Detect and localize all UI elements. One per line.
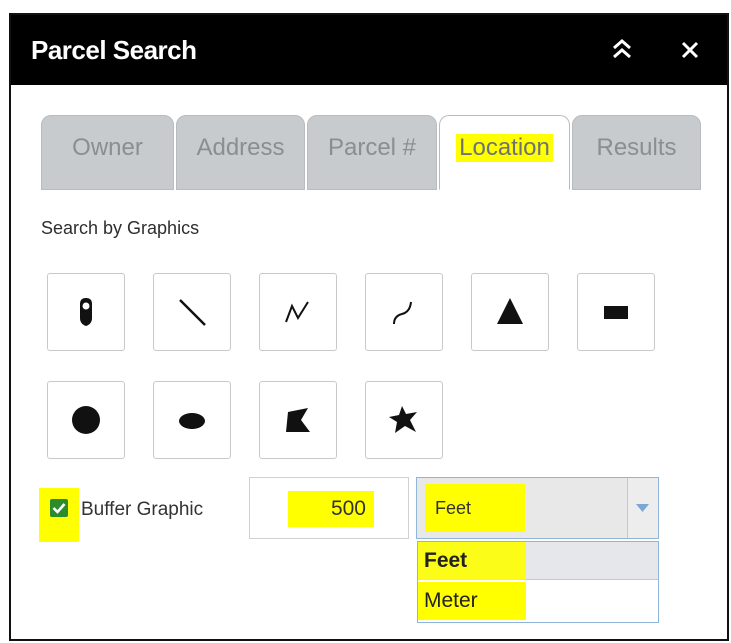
draw-triangle-button[interactable]	[471, 273, 549, 351]
draw-rectangle-button[interactable]	[577, 273, 655, 351]
buffer-graphic-checkbox[interactable]	[39, 488, 79, 542]
freehand-polygon-icon	[389, 406, 417, 433]
draw-point-button[interactable]	[47, 273, 125, 351]
buffer-unit-select[interactable]: Feet	[416, 477, 659, 539]
draw-polygon-button[interactable]	[259, 381, 337, 459]
selected-unit: Feet	[425, 484, 525, 532]
tab-label: Results	[596, 134, 677, 161]
tab-address[interactable]: Address	[176, 115, 305, 190]
tab-bar: Owner Address Parcel # Location Results	[41, 115, 731, 190]
draw-freehand-polyline-button[interactable]	[365, 273, 443, 351]
draw-freehand-polygon-button[interactable]	[365, 381, 443, 459]
polygon-icon	[286, 408, 310, 432]
double-chevron-up-icon	[613, 39, 631, 59]
panel-header: Parcel Search	[11, 15, 727, 85]
search-by-graphics-label: Search by Graphics	[41, 218, 200, 238]
tab-label: Location	[456, 134, 553, 162]
polyline-icon	[285, 301, 309, 323]
tab-label: Address	[196, 134, 285, 161]
checkbox-box	[50, 499, 68, 517]
tab-owner[interactable]: Owner	[41, 115, 174, 190]
ellipse-icon	[179, 413, 205, 429]
draw-circle-button[interactable]	[47, 381, 125, 459]
option-label: Meter	[424, 589, 478, 612]
buffer-graphic-label: Buffer Graphic	[81, 499, 204, 520]
panel-title: Parcel Search	[31, 35, 197, 65]
buffer-distance-value: 500	[288, 491, 374, 527]
line-icon	[179, 299, 206, 326]
tab-results[interactable]: Results	[572, 115, 701, 190]
triangle-icon	[497, 298, 523, 324]
draw-ellipse-button[interactable]	[153, 381, 231, 459]
tab-label: Owner	[72, 134, 143, 161]
tab-label: Parcel #	[327, 134, 417, 161]
unit-option-meter[interactable]: Meter	[418, 582, 658, 620]
point-icon	[80, 298, 92, 326]
dropdown-toggle[interactable]	[627, 478, 658, 538]
parcel-search-panel: Parcel Search Owner Address Parcel # Loc…	[9, 13, 729, 641]
draw-line-button[interactable]	[153, 273, 231, 351]
collapse-button[interactable]	[607, 33, 637, 67]
caret-down-icon	[636, 504, 649, 512]
freehand-polyline-icon	[393, 301, 412, 325]
tab-parcel-number[interactable]: Parcel #	[307, 115, 437, 190]
rectangle-icon	[604, 306, 628, 319]
unit-dropdown-list: Feet Meter	[417, 541, 659, 623]
circle-icon	[72, 406, 100, 434]
tab-location[interactable]: Location	[439, 115, 570, 190]
checkmark-icon	[52, 503, 66, 514]
draw-polyline-button[interactable]	[259, 273, 337, 351]
option-label: Feet	[424, 549, 468, 572]
close-button[interactable]	[675, 33, 705, 67]
close-icon	[681, 41, 699, 59]
unit-option-feet[interactable]: Feet	[418, 542, 658, 580]
buffer-distance-input[interactable]: 500	[249, 477, 409, 539]
